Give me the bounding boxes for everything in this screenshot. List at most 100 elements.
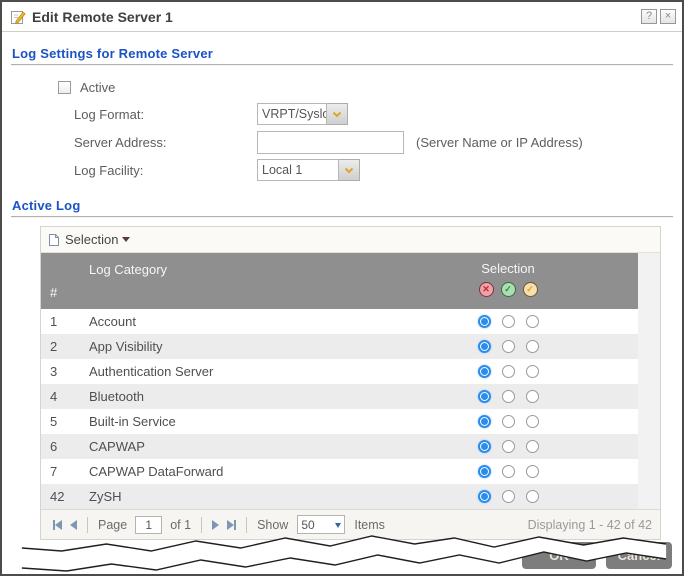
column-header-number: # (50, 285, 57, 300)
help-button[interactable]: ? (641, 9, 657, 24)
row-selection-radios (408, 415, 608, 428)
log-facility-row: Log Facility: Local 1 (11, 156, 673, 184)
column-header-selection: Selection (408, 261, 608, 276)
server-address-row: Server Address: (Server Name or IP Addre… (11, 128, 673, 156)
log-format-select[interactable]: VRPT/Syslog (257, 103, 348, 125)
table-row: 7 CAPWAP DataForward (41, 459, 638, 484)
row-selection-radios (408, 315, 608, 328)
radio-disable[interactable] (478, 365, 491, 378)
row-number: 6 (41, 439, 81, 454)
scrollbar-gutter (638, 253, 660, 509)
chevron-down-icon (344, 167, 354, 174)
row-category: ZySH (81, 489, 408, 504)
page-number-input[interactable] (135, 516, 162, 534)
first-page-button[interactable] (53, 520, 62, 530)
server-address-hint: (Server Name or IP Address) (416, 135, 583, 150)
ok-button[interactable]: OK (522, 542, 596, 569)
table-row: 3 Authentication Server (41, 359, 638, 384)
document-icon (48, 233, 60, 247)
row-selection-radios (408, 365, 608, 378)
caret-down-icon (122, 237, 130, 246)
row-category: CAPWAP DataForward (81, 464, 408, 479)
radio-enable-debug[interactable] (526, 415, 539, 428)
server-address-label: Server Address: (74, 135, 257, 150)
radio-disable[interactable] (478, 490, 491, 503)
radio-enable[interactable] (502, 315, 515, 328)
red-x-circle-icon[interactable]: ✕ (479, 282, 494, 297)
row-number: 42 (41, 489, 81, 504)
radio-disable[interactable] (478, 415, 491, 428)
radio-enable-debug[interactable] (526, 440, 539, 453)
page-size-select[interactable]: 50 (297, 515, 345, 534)
chevron-down-icon (335, 523, 341, 531)
server-address-input[interactable] (257, 131, 404, 154)
divider (201, 517, 202, 533)
radio-enable[interactable] (502, 415, 515, 428)
log-format-dropdown-button[interactable] (327, 103, 348, 125)
radio-enable-debug[interactable] (526, 390, 539, 403)
row-number: 1 (41, 314, 81, 329)
radio-enable[interactable] (502, 440, 515, 453)
row-selection-radios (408, 340, 608, 353)
radio-enable[interactable] (502, 490, 515, 503)
radio-enable-debug[interactable] (526, 490, 539, 503)
prev-page-button[interactable] (70, 520, 77, 530)
radio-enable[interactable] (502, 390, 515, 403)
yellow-check-circle-icon[interactable]: ✓ (523, 282, 538, 297)
table-row: 4 Bluetooth (41, 384, 638, 409)
selection-menu-label: Selection (65, 232, 118, 247)
log-format-label: Log Format: (74, 107, 257, 122)
items-label: Items (354, 518, 385, 532)
radio-enable[interactable] (502, 340, 515, 353)
radio-disable[interactable] (478, 315, 491, 328)
log-format-row: Log Format: VRPT/Syslog (11, 100, 673, 128)
row-category: App Visibility (81, 339, 408, 354)
row-number: 3 (41, 364, 81, 379)
row-category: Account (81, 314, 408, 329)
show-label: Show (257, 518, 288, 532)
edit-remote-server-dialog: Edit Remote Server 1 ? × Log Settings fo… (0, 0, 684, 576)
row-selection-radios (408, 440, 608, 453)
row-category: CAPWAP (81, 439, 408, 454)
page-of-label: of 1 (170, 518, 191, 532)
dialog-content: Log Settings for Remote Server Active Lo… (2, 32, 682, 540)
radio-enable-debug[interactable] (526, 365, 539, 378)
row-category: Bluetooth (81, 389, 408, 404)
radio-enable-debug[interactable] (526, 340, 539, 353)
cancel-button[interactable]: Cancel (606, 542, 672, 569)
log-facility-value: Local 1 (257, 159, 339, 181)
log-facility-label: Log Facility: (74, 163, 257, 178)
grid-main: Log Category # Selection ✕ ✓ ✓ 1 Account (41, 253, 638, 509)
row-number: 4 (41, 389, 81, 404)
displaying-status: Displaying 1 - 42 of 42 (528, 518, 652, 532)
log-settings-heading: Log Settings for Remote Server (12, 46, 673, 61)
active-label: Active (80, 80, 115, 95)
active-checkbox[interactable] (58, 81, 71, 94)
log-format-value: VRPT/Syslog (257, 103, 327, 125)
green-check-circle-icon[interactable]: ✓ (501, 282, 516, 297)
radio-disable[interactable] (478, 340, 491, 353)
radio-disable[interactable] (478, 465, 491, 478)
chevron-down-icon (332, 111, 342, 118)
log-facility-select[interactable]: Local 1 (257, 159, 360, 181)
row-selection-radios (408, 490, 608, 503)
next-page-button[interactable] (212, 520, 219, 530)
divider (246, 517, 247, 533)
divider (87, 517, 88, 533)
last-page-button[interactable] (227, 520, 236, 530)
divider (11, 216, 673, 218)
page-label: Page (98, 518, 127, 532)
radio-enable[interactable] (502, 365, 515, 378)
radio-enable-debug[interactable] (526, 465, 539, 478)
radio-enable-debug[interactable] (526, 315, 539, 328)
radio-disable[interactable] (478, 390, 491, 403)
table-row: 2 App Visibility (41, 334, 638, 359)
log-facility-dropdown-button[interactable] (339, 159, 360, 181)
close-button[interactable]: × (660, 9, 676, 24)
radio-disable[interactable] (478, 440, 491, 453)
radio-enable[interactable] (502, 465, 515, 478)
selection-menu-button[interactable]: Selection (41, 227, 660, 253)
selection-header-icons: ✕ ✓ ✓ (408, 282, 608, 297)
grid-middle: Log Category # Selection ✕ ✓ ✓ 1 Account (41, 253, 660, 509)
row-number: 2 (41, 339, 81, 354)
